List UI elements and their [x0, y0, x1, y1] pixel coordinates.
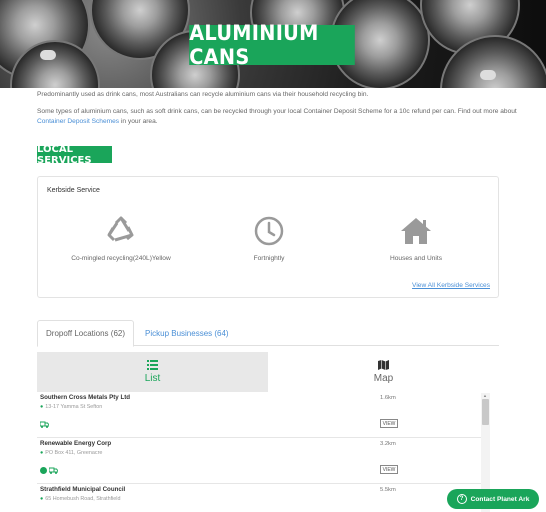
kerbside-property-label: Houses and Units	[389, 255, 443, 262]
container-deposit-link[interactable]: Container Deposit Schemes	[37, 118, 119, 125]
can-tab	[480, 70, 496, 80]
hero-banner: ALUMINIUM CANS	[0, 0, 546, 88]
truck-icon	[39, 421, 50, 430]
location-distance: 3.2km	[380, 441, 396, 447]
can-tab	[40, 50, 56, 60]
tab-dropoff-locations[interactable]: Dropoff Locations (62)	[37, 320, 135, 347]
kerbside-property-type: Houses and Units	[346, 213, 486, 262]
intro-paragraph-1: Predominantly used as drink cans, most A…	[37, 91, 369, 98]
location-name: Renewable Energy Corp	[40, 440, 112, 447]
location-address: ● 13-17 Yamma St Sefton	[40, 404, 103, 410]
location-address: ● PO Box 411, Greenacre	[40, 450, 103, 456]
view-button[interactable]: VIEW	[380, 465, 398, 474]
truck-icon	[48, 467, 59, 474]
location-name: Southern Cross Metals Pty Ltd	[40, 394, 131, 401]
service-icons	[40, 467, 59, 474]
pin-icon: ●	[40, 496, 44, 502]
view-toggle: List Map	[37, 352, 499, 392]
scrollbar-thumb[interactable]	[482, 399, 489, 425]
list-view-label: List	[144, 373, 161, 384]
view-all-kerbside-link[interactable]: View All Kerbside Services	[412, 282, 490, 289]
list-icon	[37, 352, 268, 370]
contact-planet-ark-button[interactable]: ? Contact Planet Ark	[447, 489, 539, 509]
kerbside-card: Kerbside Service Co-mingled recycling(24…	[37, 176, 499, 298]
local-services-heading: LOCAL SERVICES	[37, 144, 112, 166]
pin-icon: ●	[40, 404, 44, 410]
list-item[interactable]: Strathfield Municipal Council ● 65 Homebu…	[37, 484, 485, 512]
house-icon	[398, 213, 434, 249]
location-tabs: Dropoff Locations (62) Pickup Businesses…	[37, 320, 499, 347]
clock-icon	[251, 213, 287, 249]
help-icon: ?	[456, 494, 467, 504]
location-distance: 1.6km	[380, 395, 396, 401]
location-address: ● 65 Homebush Road, Strathfield	[40, 496, 121, 502]
results-list: Southern Cross Metals Pty Ltd ● 13-17 Yam…	[37, 392, 499, 512]
map-view-button[interactable]: Map	[268, 352, 499, 392]
tab-pickup-businesses[interactable]: Pickup Businesses (64)	[137, 320, 237, 346]
list-view-button[interactable]: List	[37, 352, 268, 392]
scroll-up-icon[interactable]: ▲	[483, 393, 487, 398]
location-name: Strathfield Municipal Council	[40, 486, 126, 493]
map-icon	[268, 352, 499, 370]
location-distance: 5.5km	[380, 487, 396, 493]
list-item[interactable]: Renewable Energy Corp ● PO Box 411, Green…	[37, 438, 485, 484]
kerbside-bin-label: Co-mingled recycling(240L)Yellow	[71, 255, 171, 262]
pin-icon: ●	[40, 450, 44, 456]
list-item[interactable]: Southern Cross Metals Pty Ltd ● 13-17 Yam…	[37, 392, 485, 438]
page-title: ALUMINIUM CANS	[189, 21, 355, 69]
info-icon	[40, 467, 47, 474]
kerbside-title: Kerbside Service	[47, 187, 100, 194]
view-button[interactable]: VIEW	[380, 419, 398, 428]
kerbside-frequency: Fortnightly	[199, 213, 339, 262]
recycle-icon	[103, 213, 139, 249]
map-view-label: Map	[373, 373, 394, 384]
contact-label: Contact Planet Ark	[470, 495, 530, 503]
intro-text: Predominantly used as drink cans, most A…	[37, 90, 517, 127]
kerbside-bin-type: Co-mingled recycling(240L)Yellow	[51, 213, 191, 262]
intro-paragraph-2: Some types of aluminium cans, such as so…	[37, 108, 517, 125]
kerbside-frequency-label: Fortnightly	[253, 255, 285, 262]
